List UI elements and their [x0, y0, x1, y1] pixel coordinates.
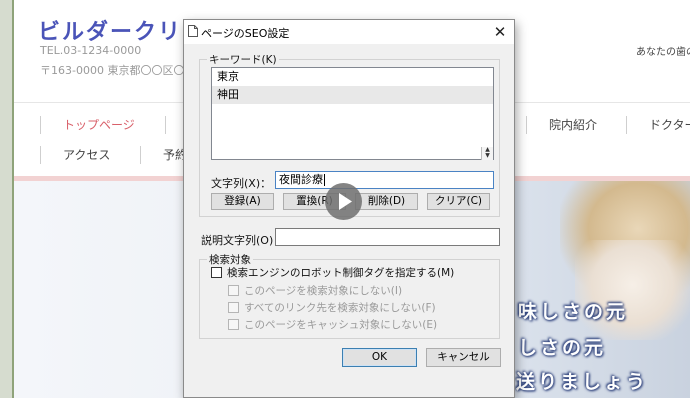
no-cache-option[interactable]: このページをキャッシュ対象にしない(E): [228, 318, 488, 332]
site-tel: TEL.03-1234-0000: [40, 44, 142, 57]
keyword-group-label: キーワード(K): [207, 52, 279, 67]
keyword-text-input[interactable]: 夜間診療: [275, 171, 494, 189]
window-left-edge: [0, 0, 14, 398]
clear-button[interactable]: クリア(C): [427, 193, 490, 210]
robot-control-label: 検索エンジンのロボット制御タグを指定する(M): [227, 267, 455, 279]
nav-doctor[interactable]: ドクター: [626, 116, 690, 134]
hero-text-line-1: 味しさの元: [518, 301, 629, 323]
hero-person-face: [575, 240, 690, 340]
site-tagline: あなたの歯の: [636, 47, 690, 58]
robot-control-option[interactable]: 検索エンジンのロボット制御タグを指定する(M): [211, 266, 496, 280]
cancel-button[interactable]: キャンセル: [426, 348, 501, 367]
nav-top-page[interactable]: トップページ: [40, 116, 135, 134]
hero-text-line-2: しさの元: [518, 337, 607, 359]
spin-down-icon[interactable]: ▼: [482, 153, 493, 159]
nav-access[interactable]: アクセス: [40, 146, 110, 164]
exclude-page-checkbox[interactable]: [228, 285, 239, 296]
site-address: 〒163-0000 東京都〇〇区〇: [40, 64, 185, 77]
keyword-list-item[interactable]: 神田: [212, 86, 493, 104]
play-icon[interactable]: [325, 183, 362, 220]
description-input[interactable]: [275, 228, 500, 246]
keyword-text-value: 夜間診療: [279, 173, 323, 186]
exclude-links-checkbox[interactable]: [228, 302, 239, 313]
no-cache-checkbox[interactable]: [228, 319, 239, 330]
site-title[interactable]: ビルダークリ: [38, 14, 182, 46]
ok-button[interactable]: OK: [342, 348, 417, 367]
exclude-links-option[interactable]: すべてのリンク先を検索対象にしない(F): [228, 301, 488, 315]
no-cache-label: このページをキャッシュ対象にしない(E): [244, 319, 438, 331]
robot-control-checkbox[interactable]: [211, 267, 222, 278]
exclude-page-label: このページを検索対象にしない(I): [244, 285, 403, 297]
keyword-list-item[interactable]: 東京: [212, 68, 493, 86]
description-label: 説明文字列(O)：: [201, 234, 285, 247]
play-triangle: [339, 193, 352, 210]
exclude-links-label: すべてのリンク先を検索対象にしない(F): [244, 302, 436, 314]
close-button[interactable]: ✕: [486, 20, 514, 44]
register-button[interactable]: 登録(A): [211, 193, 274, 210]
nav-reservation[interactable]: 予約: [140, 146, 187, 164]
dialog-title: ページのSEO設定: [201, 27, 290, 40]
delete-button[interactable]: 削除(D): [355, 193, 418, 210]
search-target-label: 検索対象: [207, 252, 253, 267]
page-icon: [188, 25, 198, 37]
list-spin-control[interactable]: ▲ ▼: [481, 147, 493, 160]
text-label: 文字列(X)：: [211, 177, 272, 190]
dialog-titlebar[interactable]: ページのSEO設定 ✕: [184, 20, 514, 44]
exclude-page-option[interactable]: このページを検索対象にしない(I): [228, 284, 488, 298]
keyword-list[interactable]: 東京 神田: [211, 67, 494, 160]
nav-clinic[interactable]: 院内紹介: [526, 116, 597, 134]
